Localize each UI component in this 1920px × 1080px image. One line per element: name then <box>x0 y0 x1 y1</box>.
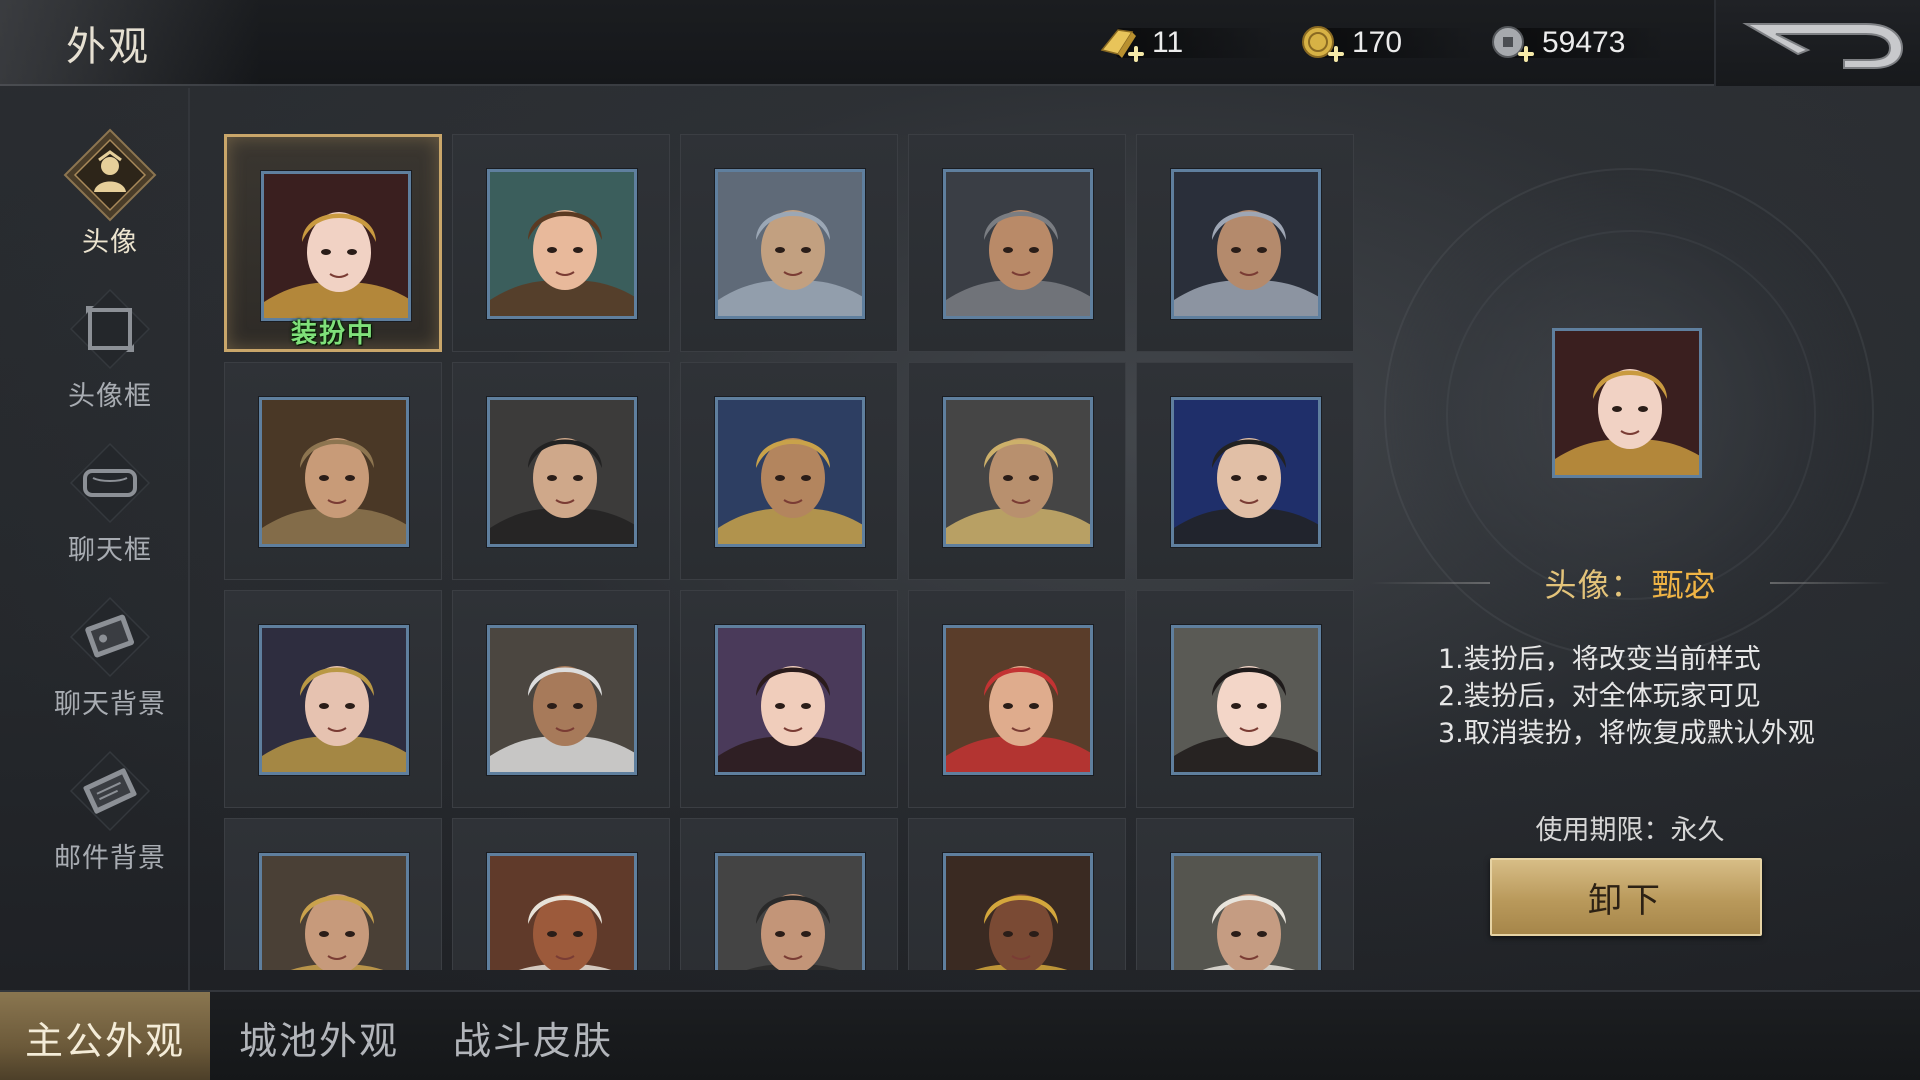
portrait-icon <box>261 171 411 321</box>
description-line: 2.装扮后，对全体玩家可见 <box>1438 681 1761 712</box>
avatar-cell[interactable] <box>908 362 1126 580</box>
sidebar-item-label: 聊天框 <box>68 535 152 566</box>
gold-ingot-icon <box>1096 22 1148 64</box>
avatar-cell[interactable] <box>908 134 1126 352</box>
sidebar-item-chat-background[interactable]: 聊天背景 <box>30 588 190 738</box>
tab-battle-skin[interactable]: 战斗皮肤 <box>428 992 638 1080</box>
portrait-icon <box>715 397 865 547</box>
avatar-cell[interactable] <box>680 590 898 808</box>
portrait-icon <box>943 853 1093 970</box>
portrait-icon <box>487 169 637 319</box>
appearance-screen: 外观 11 170 59473 头像 头像框 聊天框 聊天背景 邮件背景 装扮中… <box>0 0 1920 1080</box>
avatar-cell[interactable] <box>452 362 670 580</box>
avatar-cell[interactable] <box>1136 818 1354 970</box>
gold-coin-counter[interactable]: 170 <box>1296 22 1476 64</box>
avatar-name-label: 头像： <box>1544 566 1644 604</box>
gold-ingot-counter[interactable]: 11 <box>1096 22 1276 64</box>
avatar-cell[interactable] <box>452 590 670 808</box>
avatar-cell[interactable] <box>452 818 670 970</box>
selected-avatar-preview <box>1552 328 1702 478</box>
portrait-icon <box>1171 625 1321 775</box>
portrait-icon <box>1171 169 1321 319</box>
portrait-icon <box>259 397 409 547</box>
avatar-cell[interactable] <box>680 362 898 580</box>
sidebar-item-label: 头像 <box>82 227 138 258</box>
mail-background-icon <box>61 742 159 840</box>
detail-panel: 头像： 甄宓 1.装扮后，将改变当前样式 2.装扮后，对全体玩家可见 3.取消装… <box>1360 88 1920 990</box>
avatar-description[interactable]: 1.装扮后，将改变当前样式 2.装扮后，对全体玩家可见 3.取消装扮，将恢复成默… <box>1438 641 1838 761</box>
equipped-badge: 装扮中 <box>290 319 375 349</box>
sidebar-item-label: 邮件背景 <box>54 843 166 874</box>
sidebar-item-label: 聊天背景 <box>54 689 166 720</box>
avatar-cell[interactable] <box>1136 134 1354 352</box>
tab-lord-appearance[interactable]: 主公外观 <box>0 992 210 1080</box>
chat-bubble-icon <box>61 434 159 532</box>
page-title: 外观 <box>66 24 150 70</box>
sidebar-item-label: 头像框 <box>68 381 152 412</box>
portrait-icon <box>259 625 409 775</box>
portrait-icon <box>1171 853 1321 970</box>
portrait-icon <box>943 169 1093 319</box>
portrait-icon <box>487 853 637 970</box>
back-button[interactable] <box>1714 0 1920 86</box>
portrait-icon <box>715 625 865 775</box>
portrait-icon <box>943 625 1093 775</box>
gold-coin-count: 170 <box>1352 26 1403 59</box>
divider <box>1770 582 1890 584</box>
portrait-icon <box>487 625 637 775</box>
avatar-cell[interactable] <box>680 818 898 970</box>
description-line: 1.装扮后，将改变当前样式 <box>1438 644 1761 675</box>
avatar-cell[interactable] <box>908 818 1126 970</box>
category-sidebar: 头像 头像框 聊天框 聊天背景 邮件背景 <box>0 88 190 990</box>
avatar-cell[interactable] <box>680 134 898 352</box>
avatar-cell[interactable] <box>908 590 1126 808</box>
divider <box>1370 582 1490 584</box>
sidebar-item-chat-frame[interactable]: 聊天框 <box>30 434 190 584</box>
copper-coin-count: 59473 <box>1542 26 1626 59</box>
avatar-name-value: 甄宓 <box>1651 566 1716 604</box>
avatar-cell[interactable] <box>452 134 670 352</box>
avatar-cell[interactable]: 装扮中 <box>224 134 442 352</box>
portrait-icon <box>715 169 865 319</box>
bottom-tab-bar: 主公外观 城池外观 战斗皮肤 <box>0 990 1920 1080</box>
sidebar-item-avatar-frame[interactable]: 头像框 <box>30 280 190 430</box>
avatar-cell[interactable] <box>224 362 442 580</box>
tab-city-appearance[interactable]: 城池外观 <box>214 992 424 1080</box>
gold-ingot-count: 11 <box>1152 26 1184 59</box>
avatar-cell[interactable] <box>224 818 442 970</box>
copper-coin-counter[interactable]: 59473 <box>1486 22 1666 64</box>
avatar-cell[interactable] <box>1136 362 1354 580</box>
avatar-cell[interactable] <box>1136 590 1354 808</box>
description-line: 3.取消装扮，将恢复成默认外观 <box>1438 718 1815 749</box>
portrait-icon <box>715 853 865 970</box>
avatar-name-row: 头像： 甄宓 <box>1360 558 1900 608</box>
chat-background-icon <box>61 588 159 686</box>
avatar-cell[interactable] <box>224 590 442 808</box>
expiry-text: 使用期限：永久 <box>1535 815 1725 846</box>
sidebar-item-avatar[interactable]: 头像 <box>30 126 190 276</box>
copper-coin-icon <box>1486 22 1538 64</box>
gold-coin-icon <box>1296 22 1348 64</box>
portrait-icon <box>259 853 409 970</box>
top-bar: 外观 11 170 59473 <box>0 0 1920 86</box>
unequip-button[interactable]: 卸下 <box>1490 858 1762 936</box>
avatar-frame-icon <box>61 280 159 378</box>
sidebar-item-mail-background[interactable]: 邮件背景 <box>30 742 190 892</box>
back-arrow-icon <box>1742 23 1904 69</box>
avatar-icon <box>61 126 159 224</box>
avatar-grid: 装扮中 <box>224 134 1354 970</box>
portrait-icon <box>943 397 1093 547</box>
portrait-icon <box>487 397 637 547</box>
portrait-icon <box>1171 397 1321 547</box>
